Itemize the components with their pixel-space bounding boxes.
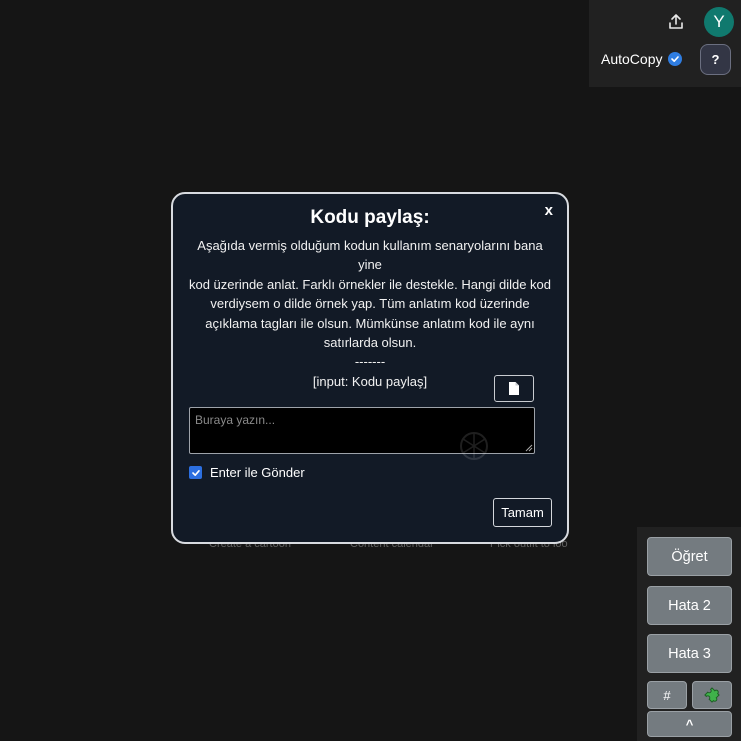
collapse-button[interactable]: ^ (647, 711, 732, 737)
message-line: verdiysem o dilde örnek yap. Tüm anlatım… (210, 296, 530, 312)
message-line: açıklama tagları ile olsun. Mümkünse anl… (205, 315, 535, 331)
message-line: kod üzerinde anlat. Farklı örnekler ile … (188, 276, 552, 292)
puzzle-piece-icon (704, 687, 720, 703)
hash-button[interactable]: # (647, 681, 687, 709)
dialog-message: Aşağıda vermiş olduğum kodun kullanım se… (185, 236, 555, 391)
enter-send-checkbox[interactable] (189, 466, 202, 479)
message-line: Aşağıda vermiş olduğum kodun kullanım se… (197, 238, 543, 273)
message-separator: ------- (354, 354, 386, 370)
openai-logo-icon (460, 432, 488, 460)
file-icon (509, 382, 519, 395)
autocopy-label: AutoCopy (601, 51, 663, 67)
share-code-dialog: x Kodu paylaş: Aşağıda vermiş olduğum ko… (171, 192, 569, 544)
attach-file-button[interactable] (494, 375, 534, 402)
user-avatar[interactable]: Y (704, 7, 734, 37)
quick-actions-panel: Öğret Hata 2 Hata 3 # ^ (637, 527, 741, 741)
puzzle-button[interactable] (692, 681, 732, 709)
help-button[interactable]: ? (700, 44, 731, 75)
enter-send-label: Enter ile Gönder (210, 465, 305, 480)
ogret-button[interactable]: Öğret (647, 537, 732, 576)
verified-check-icon (668, 52, 683, 66)
enter-send-option[interactable]: Enter ile Gönder (189, 465, 305, 480)
dialog-title: Kodu paylaş: (310, 207, 430, 228)
autocopy-toggle[interactable]: AutoCopy (601, 51, 683, 67)
share-button[interactable] (664, 10, 688, 34)
resize-grip-icon[interactable] (525, 444, 533, 452)
ok-button[interactable]: Tamam (493, 498, 552, 527)
hata-2-button[interactable]: Hata 2 (647, 586, 732, 625)
upload-icon (669, 14, 683, 29)
message-line: satırlarda olsun. (323, 335, 417, 351)
hata-3-button[interactable]: Hata 3 (647, 634, 732, 673)
